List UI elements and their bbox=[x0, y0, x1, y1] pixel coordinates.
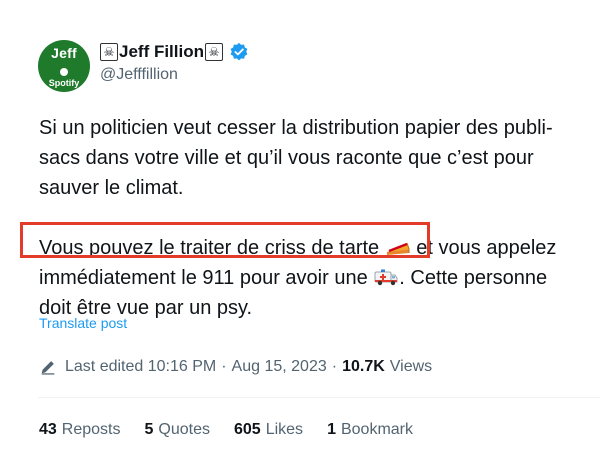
edited-info: Last edited 10:16 PM · Aug 15, 2023 · 10… bbox=[39, 356, 432, 378]
separator: · bbox=[221, 358, 227, 375]
avatar-text-bottom: Spotify bbox=[48, 78, 80, 88]
quotes-count: 5 bbox=[144, 421, 154, 438]
views-label: Views bbox=[389, 358, 433, 375]
bookmarks-count: 1 bbox=[327, 421, 336, 438]
quotes-stat[interactable]: 5 Quotes bbox=[145, 421, 211, 439]
tweet-paragraph-2-part-1: Vous pouvez le traiter de criss de tarte bbox=[39, 237, 385, 259]
ambulance-emoji-icon bbox=[374, 269, 398, 286]
tweet-paragraph-2: Vous pouvez le traiter de criss de tarte… bbox=[39, 233, 579, 323]
tweet-text: Si un politicien veut cesser la distribu… bbox=[39, 113, 579, 323]
bookmarks-label: Bookmark bbox=[340, 421, 413, 438]
pie-emoji-icon bbox=[386, 242, 410, 255]
views-count: 10.7K bbox=[342, 358, 385, 375]
skull-crossbones-icon: ☠ bbox=[205, 43, 223, 61]
verified-badge-icon bbox=[230, 42, 248, 61]
skull-crossbones-icon: ☠ bbox=[100, 43, 118, 61]
reposts-stat[interactable]: 43 Reposts bbox=[39, 421, 121, 439]
divider bbox=[38, 397, 600, 398]
spotify-logo-icon bbox=[60, 68, 68, 76]
reposts-count: 43 bbox=[39, 421, 57, 438]
author-name: Jeff Fillion bbox=[119, 42, 204, 61]
post-date[interactable]: Aug 15, 2023 bbox=[232, 358, 327, 376]
separator: · bbox=[331, 358, 338, 375]
likes-label: Likes bbox=[265, 421, 304, 438]
reposts-label: Reposts bbox=[61, 421, 121, 438]
pencil-icon bbox=[41, 361, 55, 375]
bookmarks-stat[interactable]: 1 Bookmark bbox=[327, 421, 413, 439]
author-handle[interactable]: @Jefffillion bbox=[100, 66, 178, 84]
edited-label[interactable]: Last edited 10:16 PM bbox=[65, 358, 216, 376]
likes-stat[interactable]: 605 Likes bbox=[234, 421, 303, 439]
likes-count: 605 bbox=[234, 421, 261, 438]
engagement-stats: 43 Reposts 5 Quotes 605 Likes 1 Bookmark bbox=[39, 419, 437, 441]
tweet-card: Jeff Spotify ☠ Jeff Fillion ☠ @Jefffilli… bbox=[0, 0, 600, 468]
avatar[interactable]: Jeff Spotify bbox=[38, 40, 90, 92]
author-name-row[interactable]: ☠ Jeff Fillion ☠ bbox=[100, 41, 249, 63]
avatar-text-top: Jeff bbox=[51, 45, 77, 61]
translate-post-link[interactable]: Translate post bbox=[39, 315, 127, 331]
quotes-label: Quotes bbox=[158, 421, 210, 438]
tweet-paragraph-1: Si un politicien veut cesser la distribu… bbox=[39, 117, 553, 199]
